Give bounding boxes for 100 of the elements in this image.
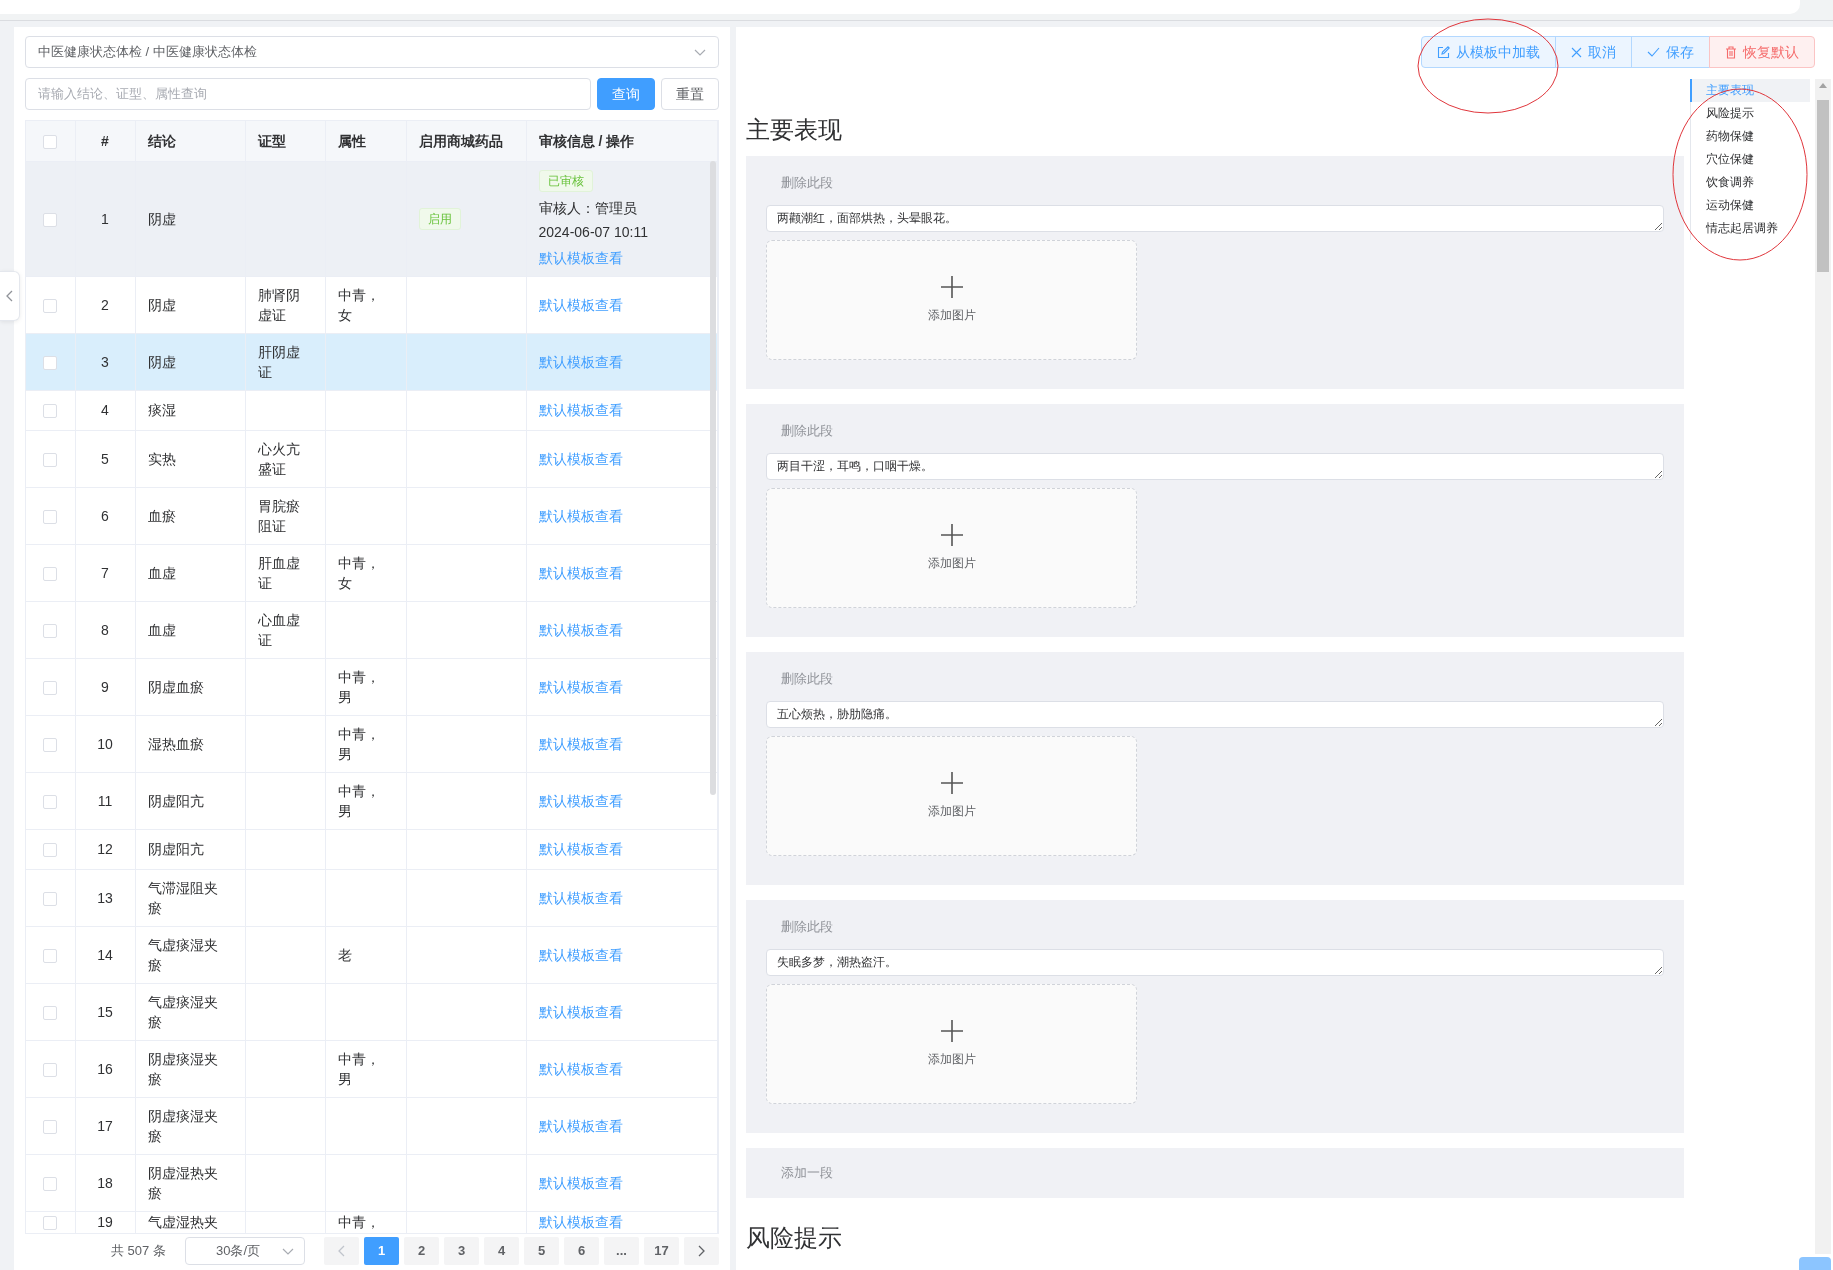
checkbox[interactable] (43, 843, 58, 858)
image-upload-box[interactable]: 添加图片 (766, 488, 1137, 608)
template-view-link[interactable]: 默认模板查看 (538, 450, 623, 467)
table-cell: 胃脘瘀阻证 (245, 487, 325, 544)
image-upload-box[interactable]: 添加图片 (766, 736, 1137, 856)
template-view-link[interactable]: 默认模板查看 (538, 889, 623, 906)
outline-item[interactable]: 风险提示 (1690, 102, 1810, 125)
outline-item[interactable]: 药物保健 (1690, 125, 1810, 148)
chevron-left-icon (6, 290, 13, 302)
table-cell: 13 (75, 869, 135, 926)
scrollbar-thumb[interactable] (1817, 100, 1829, 272)
outline-item[interactable]: 饮食调养 (1690, 171, 1810, 194)
delete-paragraph-button[interactable]: 删除此段 (766, 913, 848, 941)
page-button[interactable]: 4 (484, 1237, 519, 1265)
table-cell: 12 (75, 829, 135, 869)
checkbox[interactable] (43, 623, 58, 638)
table-cell: 14 (75, 926, 135, 983)
template-view-link[interactable]: 默认模板查看 (538, 1060, 623, 1077)
page-button[interactable]: 6 (564, 1237, 599, 1265)
text-area[interactable]: 五心烦热，胁肋隐痛。 (766, 701, 1664, 728)
checkbox[interactable] (43, 404, 58, 419)
table-cell: 心血虚证 (245, 601, 325, 658)
scroll-up-arrow-icon[interactable] (1819, 83, 1827, 88)
page-button[interactable]: 5 (524, 1237, 559, 1265)
outline-item[interactable]: 运动保健 (1690, 194, 1810, 217)
search-field[interactable]: 请输入结论、证型、属性查询 (25, 78, 591, 110)
checkbox[interactable] (43, 794, 58, 809)
checkbox[interactable] (43, 737, 58, 752)
template-view-link[interactable]: 默认模板查看 (538, 564, 623, 581)
prev-page-button[interactable] (324, 1237, 359, 1265)
template-view-link[interactable]: 默认模板查看 (538, 402, 623, 418)
template-view-link[interactable]: 默认模板查看 (538, 678, 623, 695)
floating-button[interactable] (1799, 1257, 1831, 1270)
template-view-link[interactable]: 默认模板查看 (538, 841, 623, 857)
image-upload-box[interactable]: 添加图片 (766, 984, 1137, 1104)
collapse-button[interactable] (0, 271, 20, 321)
chevron-down-icon (694, 48, 706, 56)
template-view-link[interactable]: 默认模板查看 (538, 507, 623, 524)
checkbox[interactable] (43, 298, 58, 313)
delete-paragraph-button[interactable]: 删除此段 (766, 169, 848, 197)
load-template-button[interactable]: 从模板中加载 (1421, 36, 1556, 68)
page-button[interactable]: 17 (644, 1237, 679, 1265)
template-view-link[interactable]: 默认模板查看 (538, 621, 623, 638)
upload-label: 添加图片 (927, 307, 976, 324)
page-size-select[interactable]: 30条/页 (184, 1237, 305, 1265)
template-view-link[interactable]: 默认模板查看 (538, 249, 623, 266)
table-cell: 16 (75, 1040, 135, 1097)
text-area[interactable]: 两颧潮红，面部烘热，头晕眼花。 (766, 205, 1664, 232)
template-view-link[interactable]: 默认模板查看 (538, 946, 623, 963)
edit-icon (1437, 45, 1450, 59)
delete-paragraph-button[interactable]: 删除此段 (766, 665, 848, 693)
table-cell: 3 (75, 333, 135, 390)
checkbox[interactable] (43, 1062, 58, 1077)
template-view-link[interactable]: 默认模板查看 (538, 1003, 623, 1020)
text-area[interactable]: 失眠多梦，潮热盗汗。 (766, 949, 1664, 976)
cancel-button[interactable]: 取消 (1555, 36, 1632, 68)
checkbox[interactable] (43, 509, 58, 524)
save-button[interactable]: 保存 (1631, 36, 1710, 68)
checkbox[interactable] (43, 891, 58, 906)
audit-time: 2024-06-07 10:11 (538, 222, 649, 242)
page-button[interactable]: 2 (404, 1237, 439, 1265)
category-select[interactable]: 中医健康状态体检 / 中医健康状态体检 (25, 36, 719, 68)
scrollbar-thumb[interactable] (710, 161, 716, 795)
table-cell: 肺肾阴虚证 (245, 276, 325, 333)
template-view-link[interactable]: 默认模板查看 (538, 1174, 623, 1191)
checkbox[interactable] (43, 1005, 58, 1020)
restore-default-button[interactable]: 恢复默认 (1709, 36, 1815, 68)
delete-paragraph-button[interactable]: 删除此段 (766, 417, 848, 445)
next-page-button[interactable] (684, 1237, 719, 1265)
reset-button[interactable]: 重置 (661, 78, 719, 110)
page-button[interactable]: ... (604, 1237, 639, 1265)
checkbox[interactable] (43, 1119, 58, 1134)
outline-item[interactable]: 穴位保健 (1690, 148, 1810, 171)
checkbox[interactable] (43, 680, 58, 695)
table-cell: 湿热血瘀 (135, 715, 245, 772)
search-button[interactable]: 查询 (597, 78, 655, 110)
table-cell: 气虚痰湿夹瘀 (135, 926, 245, 983)
template-view-link[interactable]: 默认模板查看 (538, 1117, 623, 1134)
template-view-link[interactable]: 默认模板查看 (538, 1213, 623, 1230)
checkbox[interactable] (43, 355, 58, 370)
checkbox[interactable] (43, 566, 58, 581)
table-cell: 8 (75, 601, 135, 658)
page-button[interactable]: 3 (444, 1237, 479, 1265)
checkbox[interactable] (43, 1215, 58, 1230)
checkbox[interactable] (43, 212, 58, 227)
checkbox[interactable] (43, 948, 58, 963)
template-view-link[interactable]: 默认模板查看 (538, 792, 623, 809)
check-icon (1647, 47, 1660, 57)
total-count: 共 507 条 (111, 1242, 166, 1261)
text-area[interactable]: 两目干涩，耳鸣，口咽干燥。 (766, 453, 1664, 480)
template-view-link[interactable]: 默认模板查看 (538, 296, 623, 313)
checkbox[interactable] (43, 135, 58, 150)
template-view-link[interactable]: 默认模板查看 (538, 735, 623, 752)
checkbox[interactable] (43, 1176, 58, 1191)
checkbox[interactable] (43, 452, 58, 467)
image-upload-box[interactable]: 添加图片 (766, 240, 1137, 360)
table-cell: 中青，女 (325, 544, 406, 601)
outline-item[interactable]: 情志起居调养 (1690, 217, 1810, 240)
page-button[interactable]: 1 (364, 1237, 399, 1265)
template-view-link[interactable]: 默认模板查看 (538, 353, 623, 370)
